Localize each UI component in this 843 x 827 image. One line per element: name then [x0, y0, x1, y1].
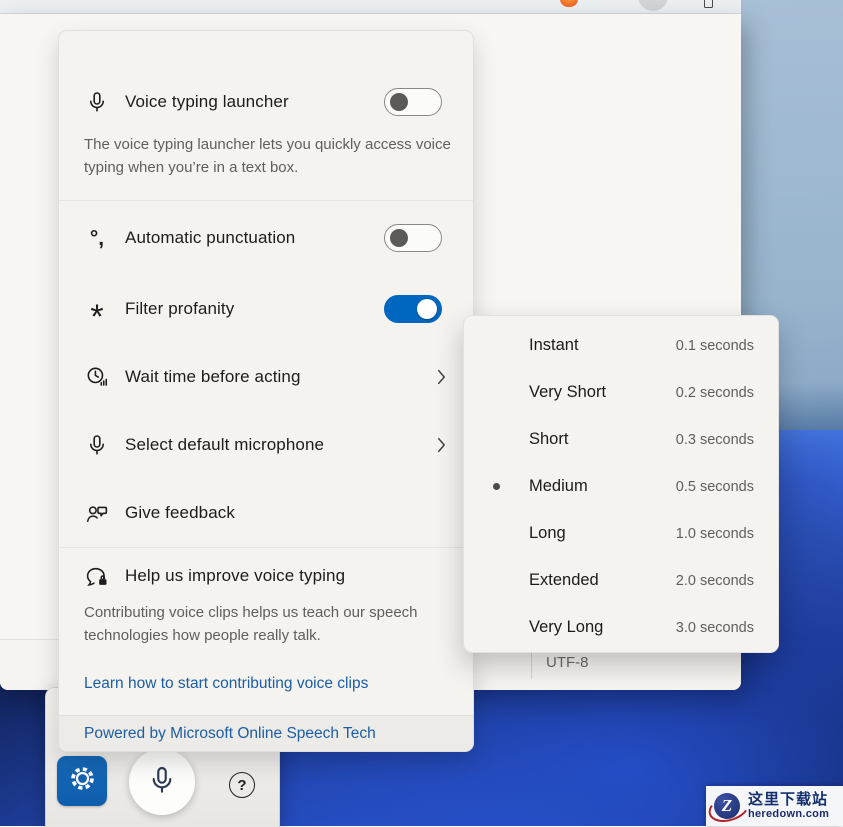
watermark-site-name: 这里下载站: [748, 792, 829, 807]
powered-by-link[interactable]: Powered by Microsoft Online Speech Tech: [84, 725, 376, 743]
option-label: Give feedback: [125, 503, 235, 523]
learn-voice-clips-link[interactable]: Learn how to start contributing voice cl…: [84, 675, 368, 693]
automatic-punctuation-row[interactable]: °, Automatic punctuation: [59, 207, 473, 269]
asterisk-icon: *: [84, 296, 110, 322]
help-improve-label: Help us improve voice typing: [125, 566, 345, 586]
option-label: Filter profanity: [125, 299, 234, 319]
chevron-right-icon: [436, 368, 447, 386]
avatar[interactable]: [638, 0, 668, 11]
microphone-icon: [84, 432, 110, 458]
panel-footer: Powered by Microsoft Online Speech Tech: [59, 715, 473, 751]
option-label: Select default microphone: [125, 435, 324, 455]
browser-top-strip: [0, 0, 741, 14]
toggle-knob: [417, 299, 437, 319]
filter-profanity-row[interactable]: * Filter profanity: [59, 278, 473, 340]
launcher-description: The voice typing launcher lets you quick…: [84, 134, 453, 179]
select-microphone-row[interactable]: Select default microphone: [59, 414, 473, 476]
filter-profanity-toggle[interactable]: [384, 295, 442, 323]
punctuation-icon: °,: [84, 225, 110, 251]
menu-item-long[interactable]: Long 1.0 seconds: [464, 510, 778, 557]
voice-typing-settings-flyout: Voice typing launcher The voice typing l…: [58, 30, 474, 752]
chevron-right-icon: [436, 436, 447, 454]
speech-bubble-lock-icon: [84, 563, 110, 589]
wait-time-submenu: Instant 0.1 seconds Very Short 0.2 secon…: [463, 315, 779, 653]
help-improve-row: Help us improve voice typing: [59, 548, 473, 604]
menu-item-instant[interactable]: Instant 0.1 seconds: [464, 322, 778, 369]
toggle-knob: [390, 229, 408, 247]
menu-item-very-short[interactable]: Very Short 0.2 seconds: [464, 369, 778, 416]
encoding-label: UTF-8: [546, 654, 589, 671]
microphone-icon: [146, 764, 178, 801]
selection-bullet: [486, 483, 506, 490]
help-improve-description: Contributing voice clips helps us teach …: [84, 602, 453, 647]
voice-typing-launcher-toggle[interactable]: [384, 88, 442, 116]
menu-item-extended[interactable]: Extended 2.0 seconds: [464, 557, 778, 604]
microphone-icon: [84, 89, 110, 115]
extension-icon[interactable]: [560, 0, 578, 7]
automatic-punctuation-toggle[interactable]: [384, 224, 442, 252]
clock-timer-icon: [84, 364, 110, 390]
watermark-domain: heredown.com: [748, 809, 829, 820]
logo-letter: Z: [714, 793, 740, 819]
settings-button[interactable]: [57, 756, 107, 806]
menu-item-medium[interactable]: Medium 0.5 seconds: [464, 463, 778, 510]
gear-icon: [69, 765, 96, 797]
option-label: Automatic punctuation: [125, 228, 295, 248]
question-mark-icon: ?: [237, 777, 246, 794]
toggle-knob: [390, 93, 408, 111]
watermark-logo-icon: Z: [710, 789, 744, 823]
help-button[interactable]: ?: [229, 772, 255, 798]
voice-typing-launcher-row[interactable]: Voice typing launcher: [59, 71, 473, 133]
menu-item-very-long[interactable]: Very Long 3.0 seconds: [464, 604, 778, 651]
feedback-icon: [84, 500, 110, 526]
give-feedback-row[interactable]: Give feedback: [59, 482, 473, 544]
launcher-label: Voice typing launcher: [125, 92, 289, 112]
option-label: Wait time before acting: [125, 367, 301, 387]
microphone-button[interactable]: [129, 749, 195, 815]
page-icon: [704, 0, 713, 8]
wait-time-row[interactable]: Wait time before acting: [59, 346, 473, 408]
menu-item-short[interactable]: Short 0.3 seconds: [464, 416, 778, 463]
status-bar-separator: [531, 651, 532, 679]
site-watermark: Z 这里下载站 heredown.com: [706, 786, 843, 826]
divider: [59, 200, 473, 201]
